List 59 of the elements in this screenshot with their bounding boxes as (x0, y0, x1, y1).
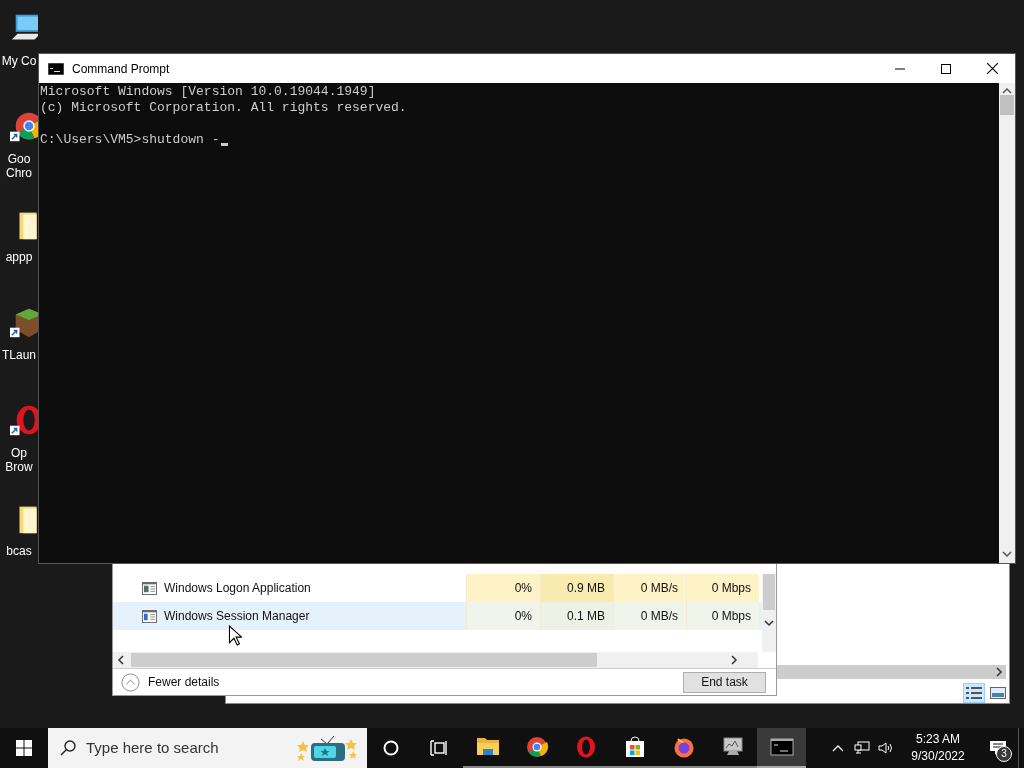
search-icon (60, 740, 76, 756)
scroll-down-icon[interactable] (764, 620, 774, 628)
process-window-icon (142, 581, 157, 595)
command-prompt-icon (48, 62, 64, 75)
table-cell: 0% (466, 574, 540, 602)
command-input[interactable]: C:\Users\VM5>shutdown - (40, 132, 220, 148)
horizontal-scrollbar[interactable] (113, 652, 758, 668)
chrome-icon (524, 735, 549, 759)
close-icon (986, 63, 998, 74)
table-cell: 0% (466, 602, 540, 630)
desktop-icon-label: Goo Chro (5, 152, 33, 180)
desktop-icon-label: bcas (5, 544, 33, 558)
scroll-down-icon[interactable] (1002, 551, 1012, 559)
notification-count: 3 (996, 746, 1012, 762)
windows-logo-icon (16, 740, 32, 756)
process-window-icon (142, 609, 157, 623)
desktop-icon-label: My Co (0, 54, 38, 68)
scroll-up-icon[interactable] (1002, 87, 1012, 95)
maximize-icon (941, 63, 951, 74)
table-cell: 0.9 MB (540, 574, 613, 602)
window-title: Command Prompt (72, 60, 170, 78)
clock[interactable]: 5:23 AM 9/30/2022 (898, 728, 978, 768)
text-cursor (221, 143, 229, 146)
table-cell: 0 MB/s (613, 602, 686, 630)
desktop-icon-label: appp (4, 250, 34, 264)
details-view-icon[interactable] (963, 683, 985, 703)
terminal-icon (769, 735, 794, 759)
table-cell: 0 Mbps (686, 574, 759, 602)
taskbar-app-button[interactable] (757, 728, 806, 768)
table-cell: 0.1 MB (540, 602, 613, 630)
tv-stars-icon (295, 733, 359, 763)
table-cell: 0 Mbps (686, 602, 759, 630)
scrollbar-thumb[interactable] (1000, 95, 1014, 115)
console-text: Microsoft Windows [Version 10.0.19044.1949] (40, 84, 377, 100)
task-view-icon (430, 740, 448, 756)
scroll-left-icon[interactable] (117, 655, 125, 665)
search-bar[interactable]: Type here to search (48, 728, 367, 768)
vertical-scrollbar[interactable] (999, 83, 1015, 563)
table-cell: 0 MB/s (613, 574, 686, 602)
scrollbar-thumb[interactable] (131, 653, 597, 667)
console-text: (c) Microsoft Corporation. All rights reserved. (40, 100, 408, 116)
scroll-right-icon[interactable] (730, 655, 738, 665)
process-row[interactable]: Windows Session Manager 0% 0.1 MB 0 MB/s 0 Mbps (113, 602, 762, 630)
fewer-details-button[interactable]: Fewer details (121, 672, 220, 692)
search-field[interactable]: Type here to search (86, 736, 286, 760)
notifications-button[interactable]: 3 (978, 728, 1018, 768)
scrollbar-thumb[interactable] (763, 574, 775, 610)
end-task-button[interactable]: End task (683, 671, 766, 693)
process-name: Windows Logon Application (164, 580, 311, 597)
collapse-chevron-icon (121, 672, 140, 692)
horizontal-scrollbar[interactable] (776, 665, 1006, 679)
vertical-scrollbar[interactable] (762, 574, 776, 652)
desktop-icon-label: Op Brow (4, 446, 34, 474)
process-name: Windows Session Manager (164, 608, 310, 625)
circle-icon (383, 740, 399, 756)
desktop-icon-label: TLaun (1, 348, 37, 362)
caret-up-icon (832, 744, 844, 752)
mouse-pointer-icon (228, 625, 242, 646)
scroll-right-icon[interactable] (994, 667, 1004, 677)
